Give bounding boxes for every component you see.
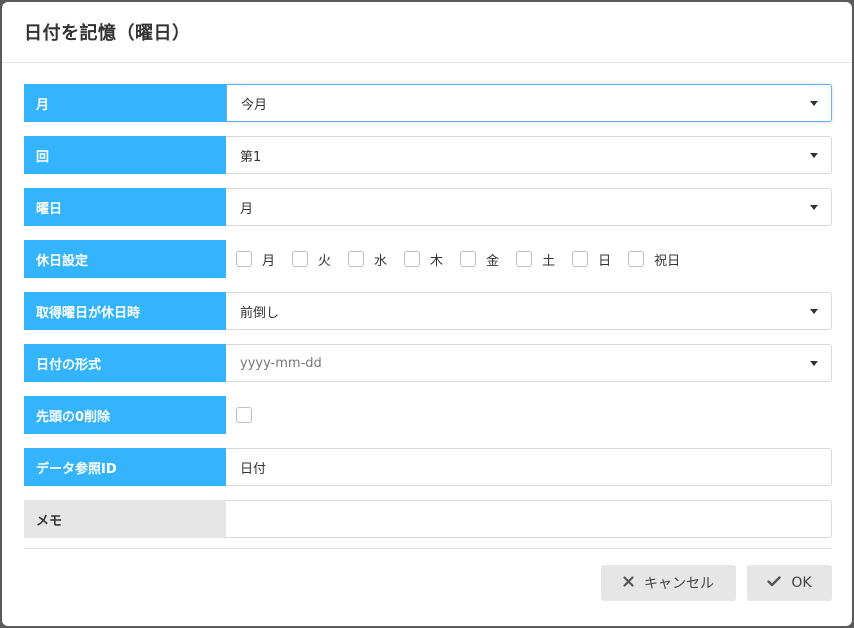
occurrence-row: 回 第1 — [24, 136, 832, 174]
weekday-row: 曜日 月 — [24, 188, 832, 226]
memo-row: メモ — [24, 500, 832, 538]
dialog-title: 日付を記憶（曜日） — [24, 23, 191, 44]
holiday-check-label: 火 — [318, 253, 332, 269]
weekday-label: 曜日 — [24, 188, 226, 226]
holiday-check-label: 金 — [486, 253, 500, 269]
dialog-footer: キャンセル OK — [590, 565, 832, 601]
memo-label: メモ — [24, 500, 226, 538]
date-memory-dialog: 日付を記憶（曜日） 月 今月 回 第1 曜日 月 休日設定 月 火 水 木 金 … — [2, 2, 852, 626]
holiday-check-fri[interactable]: 金 — [460, 250, 499, 269]
date-format-placeholder: yyyy-mm-dd — [240, 355, 322, 371]
close-icon — [623, 575, 634, 591]
holiday-check-label: 月 — [262, 253, 276, 269]
holiday-check-thu[interactable]: 木 — [404, 250, 443, 269]
month-label: 月 — [24, 84, 226, 122]
remove-leading-zero-label: 先頭の0削除 — [24, 396, 226, 434]
cancel-button-label: キャンセル — [644, 576, 714, 592]
holiday-check-sat[interactable]: 土 — [516, 250, 555, 269]
footer-divider — [24, 548, 832, 549]
dialog-header: 日付を記憶（曜日） — [2, 2, 852, 63]
holiday-check-sun[interactable]: 日 — [572, 250, 611, 269]
occurrence-label: 回 — [24, 136, 226, 174]
date-format-label: 日付の形式 — [24, 344, 226, 382]
weekday-select-value: 月 — [240, 201, 254, 217]
month-select[interactable]: 今月 — [226, 84, 832, 122]
caret-down-icon — [810, 309, 818, 314]
occurrence-select[interactable]: 第1 — [226, 136, 832, 174]
checkbox[interactable] — [292, 251, 309, 267]
dialog-body: 月 今月 回 第1 曜日 月 休日設定 月 火 水 木 金 土 日 祝日 取得曜… — [2, 63, 852, 538]
cancel-button[interactable]: キャンセル — [601, 565, 736, 601]
checkbox[interactable] — [516, 251, 533, 267]
occurrence-select-value: 第1 — [240, 149, 262, 165]
check-icon — [767, 575, 782, 591]
remove-leading-zero-checkbox[interactable] — [236, 407, 252, 423]
holiday-handling-label: 取得曜日が休日時 — [24, 292, 226, 330]
holiday-check-public-holiday[interactable]: 祝日 — [628, 250, 680, 269]
data-ref-id-value: 日付 — [240, 461, 267, 477]
holiday-handling-select-value: 前倒し — [240, 305, 280, 321]
holiday-checkbox-group: 月 火 水 木 金 土 日 祝日 — [226, 240, 832, 278]
ok-button[interactable]: OK — [747, 565, 832, 601]
checkbox[interactable] — [460, 251, 477, 267]
weekday-select[interactable]: 月 — [226, 188, 832, 226]
holiday-settings-label: 休日設定 — [24, 240, 226, 278]
holiday-check-label: 水 — [374, 253, 388, 269]
holiday-check-tue[interactable]: 火 — [292, 250, 331, 269]
holiday-check-label: 木 — [430, 253, 444, 269]
caret-down-icon — [810, 101, 818, 106]
checkbox[interactable] — [404, 251, 421, 267]
month-select-value: 今月 — [241, 97, 268, 113]
memo-input[interactable] — [226, 500, 832, 538]
holiday-handling-select[interactable]: 前倒し — [226, 292, 832, 330]
checkbox[interactable] — [572, 251, 589, 267]
data-ref-id-label: データ参照ID — [24, 448, 226, 486]
ok-button-label: OK — [791, 575, 812, 591]
caret-down-icon — [810, 205, 818, 210]
holiday-settings-row: 休日設定 月 火 水 木 金 土 日 祝日 — [24, 240, 832, 278]
holiday-handling-row: 取得曜日が休日時 前倒し — [24, 292, 832, 330]
holiday-check-label: 日 — [598, 253, 612, 269]
date-format-row: 日付の形式 yyyy-mm-dd — [24, 344, 832, 382]
checkbox[interactable] — [628, 251, 645, 267]
remove-leading-zero-container — [226, 396, 832, 434]
data-ref-id-input[interactable]: 日付 — [226, 448, 832, 486]
holiday-check-label: 祝日 — [654, 253, 681, 269]
holiday-check-label: 土 — [542, 253, 556, 269]
data-ref-id-row: データ参照ID 日付 — [24, 448, 832, 486]
holiday-check-wed[interactable]: 水 — [348, 250, 387, 269]
caret-down-icon — [810, 153, 818, 158]
holiday-check-mon[interactable]: 月 — [236, 250, 275, 269]
date-format-select[interactable]: yyyy-mm-dd — [226, 344, 832, 382]
remove-leading-zero-row: 先頭の0削除 — [24, 396, 832, 434]
month-row: 月 今月 — [24, 84, 832, 122]
checkbox[interactable] — [348, 251, 365, 267]
caret-down-icon — [810, 361, 818, 366]
checkbox[interactable] — [236, 251, 252, 267]
